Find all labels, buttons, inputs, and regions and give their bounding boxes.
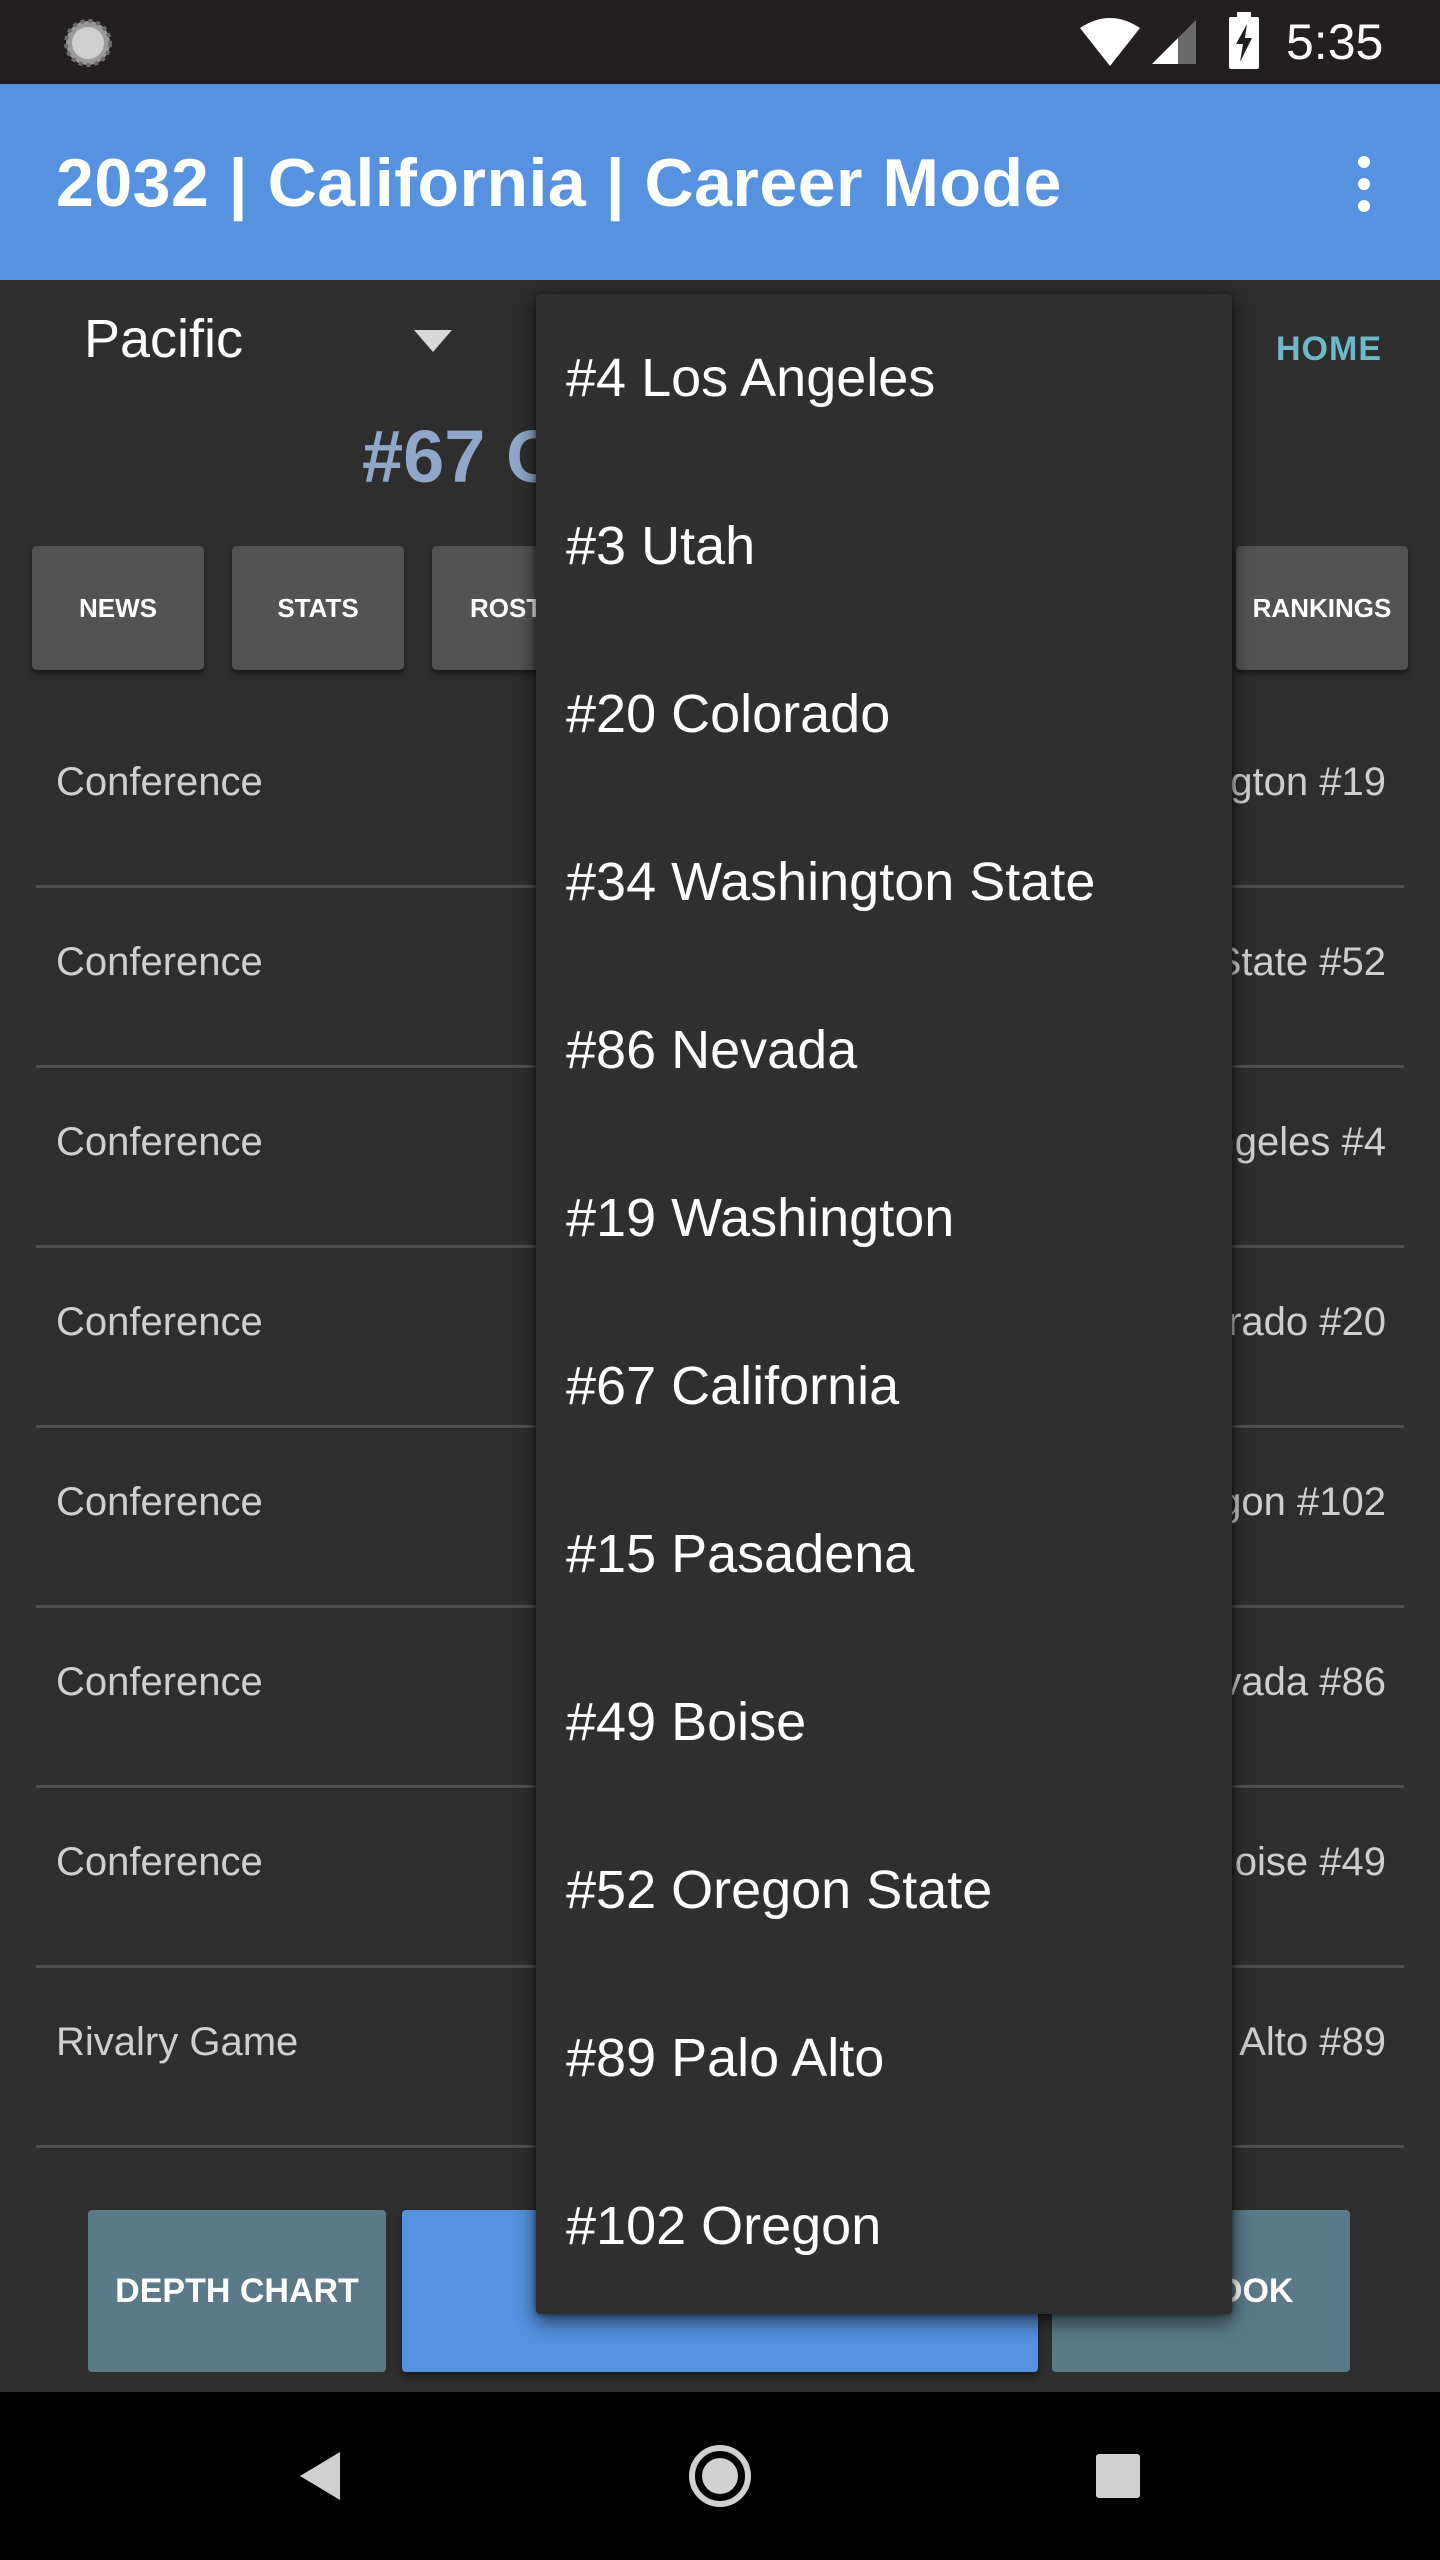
- home-icon[interactable]: [688, 2444, 752, 2508]
- recents-icon[interactable]: [1096, 2454, 1140, 2498]
- conference-spinner[interactable]: Pacific: [84, 308, 243, 370]
- home-link[interactable]: HOME: [1276, 330, 1382, 369]
- app-title: 2032 | California | Career Mode: [56, 145, 1062, 221]
- team-rank-header: #67 C: [362, 415, 560, 498]
- dropdown-item[interactable]: #20 Colorado: [566, 630, 890, 798]
- overflow-menu-icon[interactable]: [1344, 152, 1384, 216]
- game-type: Conference: [56, 1300, 263, 1344]
- game-type: Conference: [56, 1120, 263, 1164]
- opponent: State #52: [1214, 940, 1386, 984]
- dropdown-item[interactable]: #89 Palo Alto: [566, 1974, 884, 2142]
- opponent: gton #19: [1230, 760, 1386, 804]
- dropdown-item[interactable]: #67 California: [566, 1302, 899, 1470]
- dropdown-arrow-icon[interactable]: [414, 330, 452, 352]
- game-type: Conference: [56, 1660, 263, 1704]
- clock: 5:35: [1286, 14, 1384, 70]
- dropdown-item[interactable]: #49 Boise: [566, 1638, 806, 1806]
- opponent: oise #49: [1234, 1840, 1386, 1884]
- signal-icon: [1152, 20, 1196, 64]
- dropdown-item[interactable]: #4 Los Angeles: [566, 294, 935, 462]
- opponent: rado #20: [1228, 1300, 1386, 1344]
- status-bar: 5:35: [0, 0, 1440, 84]
- battery-charging-icon: [1229, 12, 1259, 69]
- wifi-icon: [1080, 18, 1140, 66]
- dropdown-item[interactable]: #34 Washington State: [566, 798, 1095, 966]
- dropdown-item[interactable]: #102 Oregon: [566, 2142, 881, 2310]
- game-type: Conference: [56, 760, 263, 804]
- conference-team-dropdown: #4 Los Angeles #3 Utah #20 Colorado #34 …: [536, 294, 1232, 2314]
- back-icon[interactable]: [296, 2448, 344, 2504]
- opponent: gon #102: [1219, 1480, 1386, 1524]
- dropdown-item[interactable]: #86 Nevada: [566, 966, 857, 1134]
- opponent: Alto #89: [1239, 2020, 1386, 2064]
- dropdown-item[interactable]: #19 Washington: [566, 1134, 954, 1302]
- stats-button[interactable]: STATS: [232, 546, 404, 670]
- game-type: Conference: [56, 1480, 263, 1524]
- opponent: ngeles #4: [1212, 1120, 1386, 1164]
- sync-icon: [64, 19, 112, 67]
- game-type: Conference: [56, 1840, 263, 1884]
- dropdown-item[interactable]: #52 Oregon State: [566, 1806, 992, 1974]
- news-button[interactable]: NEWS: [32, 546, 204, 670]
- rankings-button[interactable]: RANKINGS: [1236, 546, 1408, 670]
- dropdown-item[interactable]: #15 Pasadena: [566, 1470, 914, 1638]
- depth-chart-button[interactable]: DEPTH CHART: [88, 2210, 386, 2372]
- game-type: Rivalry Game: [56, 2020, 299, 2064]
- opponent: vada #86: [1221, 1660, 1386, 1704]
- dropdown-item[interactable]: #3 Utah: [566, 462, 755, 630]
- game-type: Conference: [56, 940, 263, 984]
- app-bar: 2032 | California | Career Mode: [0, 84, 1440, 280]
